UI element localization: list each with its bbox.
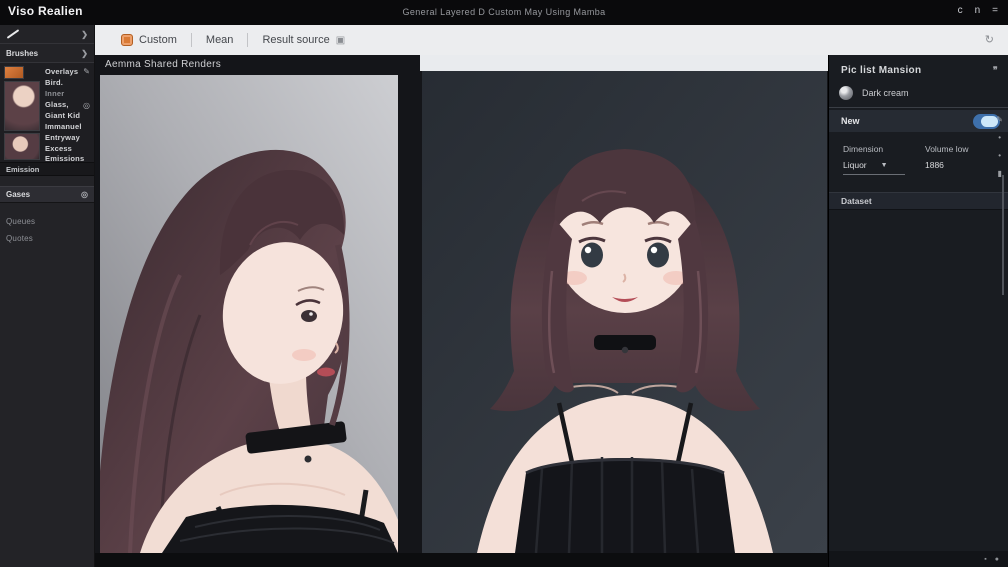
material-row[interactable]: Dark cream — [829, 82, 1008, 108]
counter-badge-icon[interactable]: ◎ — [83, 101, 90, 110]
sidebar-links: Queues Quotes — [0, 203, 94, 243]
tool-row-pencil[interactable]: ❯ — [0, 25, 94, 44]
material-label: Dark cream — [862, 88, 909, 98]
layer-item[interactable]: Giant Kid — [45, 111, 80, 120]
parameter-fields: Dimension Liquor ▼ Volume low 1886 — [829, 132, 1008, 144]
dimension-value: Liquor — [843, 160, 867, 170]
layer-item[interactable]: Inner — [45, 89, 64, 98]
target-icon: ◎ — [81, 190, 88, 199]
layer-thumbnail-orange[interactable] — [4, 66, 24, 79]
layer-list-footer[interactable]: Emission — [0, 163, 94, 176]
panel-scrollbar[interactable] — [1002, 175, 1004, 295]
tab-custom[interactable]: Custom — [107, 25, 191, 55]
dimension-label: Dimension — [843, 144, 905, 154]
chevron-right-icon: ❯ — [81, 30, 88, 39]
chevron-right-icon: ❯ — [81, 49, 88, 58]
layer-item[interactable]: Entryway — [45, 133, 80, 142]
layer-thumbnail-portrait-1[interactable] — [4, 81, 40, 131]
layer-item[interactable]: Glass, — [45, 100, 69, 109]
toggle-label: New — [841, 116, 973, 126]
sphere-icon — [839, 86, 853, 100]
refresh-icon[interactable]: ↻ — [985, 33, 994, 46]
pen-icon[interactable]: ✎ — [996, 115, 1003, 124]
bottom-bar — [95, 553, 828, 567]
panel-footer: ▪ ● — [829, 551, 1008, 567]
footer-circle-icon[interactable]: ● — [995, 556, 999, 563]
quote-icon[interactable]: ❞ — [993, 65, 998, 76]
dot-icon[interactable]: • — [998, 151, 1001, 160]
group-label: Gases — [6, 190, 30, 199]
dropdown-caret-icon: ▼ — [881, 162, 888, 169]
window-controls: c n = — [958, 5, 998, 16]
document-title: General Layered D Custom May Using Mamba — [0, 7, 1008, 17]
group-row[interactable]: Gases ◎ — [0, 186, 94, 203]
volume-value-input[interactable]: 1886 — [925, 160, 968, 170]
canvas-area: Aemma Shared Renders — [95, 55, 828, 567]
footer-label: Emission — [6, 165, 39, 174]
dot-icon[interactable]: • — [998, 133, 1001, 142]
right-portrait-svg — [422, 71, 827, 553]
layer-item[interactable]: Immanuel — [45, 122, 82, 131]
panel-side-icons: ✎ • • ▮ — [996, 115, 1003, 178]
sidebar-link[interactable]: Queues — [6, 217, 88, 226]
panel-title: Pic list Mansion — [841, 65, 921, 76]
tab-label: Custom — [139, 34, 177, 46]
left-sidebar: ❯ Brushes ❯ Overlays Bird. Inner Glass, … — [0, 25, 95, 567]
new-toggle-row: New — [829, 110, 1008, 132]
right-portrait-image — [422, 71, 827, 553]
pen-icon[interactable]: ✎ — [83, 67, 90, 76]
right-image-top-strip — [420, 55, 828, 71]
left-portrait-svg — [100, 75, 398, 553]
footer-dot-icon[interactable]: ▪ — [984, 556, 986, 563]
window-control-2-icon[interactable]: n — [975, 5, 981, 16]
layer-list: Overlays Bird. Inner Glass, Giant Kid Im… — [0, 63, 94, 163]
dimension-field: Dimension Liquor ▼ — [843, 144, 905, 175]
sidebar-link[interactable]: Quotes — [6, 234, 88, 243]
dataset-row[interactable]: Dataset — [829, 192, 1008, 210]
titlebar: Viso Realien General Layered D Custom Ma… — [0, 0, 1008, 25]
tab-label: Mean — [206, 34, 234, 46]
field-underline — [843, 174, 905, 175]
volume-field: Volume low 1886 — [925, 144, 968, 170]
layer-thumbnail-portrait-2[interactable] — [4, 133, 40, 160]
tab-mean[interactable]: Mean — [192, 25, 248, 55]
panel-header: Pic list Mansion ❞ — [829, 55, 1008, 82]
pencil-icon — [7, 29, 20, 39]
toolbar: Custom Mean Result source ▣ ↻ — [95, 25, 1008, 55]
brushes-section-row[interactable]: Brushes ❯ — [0, 44, 94, 63]
right-panel: Pic list Mansion ❞ Dark cream New Dimens… — [828, 55, 1008, 567]
dataset-label: Dataset — [841, 196, 872, 206]
layer-item[interactable]: Bird. — [45, 78, 63, 87]
brushes-label: Brushes — [6, 49, 38, 58]
volume-label: Volume low — [925, 144, 968, 154]
stamp-badge-icon: ▣ — [336, 35, 345, 46]
layer-item[interactable]: Overlays — [45, 67, 78, 76]
layer-item[interactable]: Excess — [45, 144, 72, 153]
dimension-dropdown[interactable]: Liquor ▼ — [843, 160, 905, 170]
left-portrait-image — [100, 75, 398, 553]
layer-item[interactable]: Emissions — [45, 154, 84, 163]
orange-swatch-icon — [121, 34, 133, 46]
tab-label: Result source — [262, 34, 329, 46]
app-window: Viso Realien General Layered D Custom Ma… — [0, 0, 1008, 567]
volume-value: 1886 — [925, 160, 944, 170]
window-control-3-icon[interactable]: = — [992, 5, 998, 16]
window-control-1-icon[interactable]: c — [958, 5, 963, 16]
tab-result-source[interactable]: Result source ▣ — [248, 25, 359, 55]
canvas-caption: Aemma Shared Renders — [105, 59, 221, 70]
